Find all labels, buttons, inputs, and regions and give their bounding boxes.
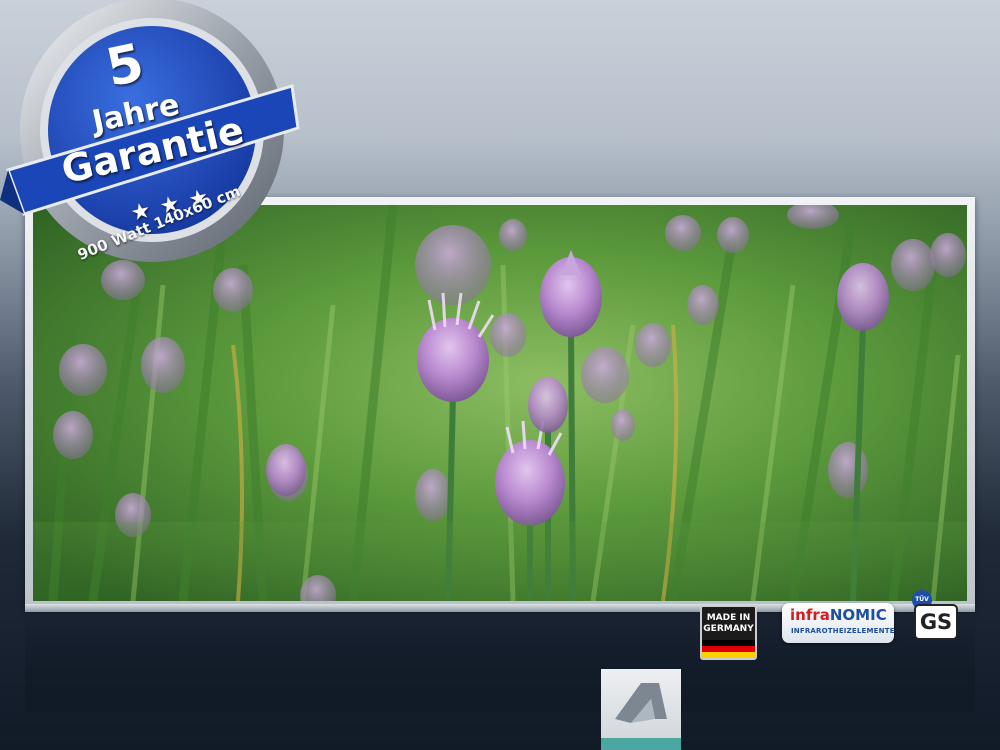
infranomic-brand: infraNOMIC bbox=[790, 606, 887, 624]
warranty-badge: 5 Jahre Garantie ★★★ 900 Watt 140x60 cm bbox=[0, 0, 300, 270]
gs-certification-logo: GS bbox=[914, 604, 958, 640]
infra-text: infra bbox=[790, 606, 830, 624]
infranomic-logo: infraNOMIC INFRAROTHEIZELEMENTE bbox=[782, 603, 894, 643]
arrow-a-icon bbox=[615, 683, 667, 723]
made-in-germany-logo: MADE IN GERMANY bbox=[700, 605, 757, 660]
panel-reflection bbox=[33, 522, 967, 612]
brand-accent-stripe bbox=[601, 738, 681, 750]
made-in-text: MADE IN bbox=[706, 613, 751, 623]
brand-logo bbox=[601, 669, 681, 750]
nomic-text: NOMIC bbox=[829, 606, 887, 624]
infranomic-subtitle: INFRAROTHEIZELEMENTE bbox=[791, 627, 895, 635]
germany-text: GERMANY bbox=[703, 624, 754, 634]
german-flag-icon bbox=[702, 640, 755, 658]
